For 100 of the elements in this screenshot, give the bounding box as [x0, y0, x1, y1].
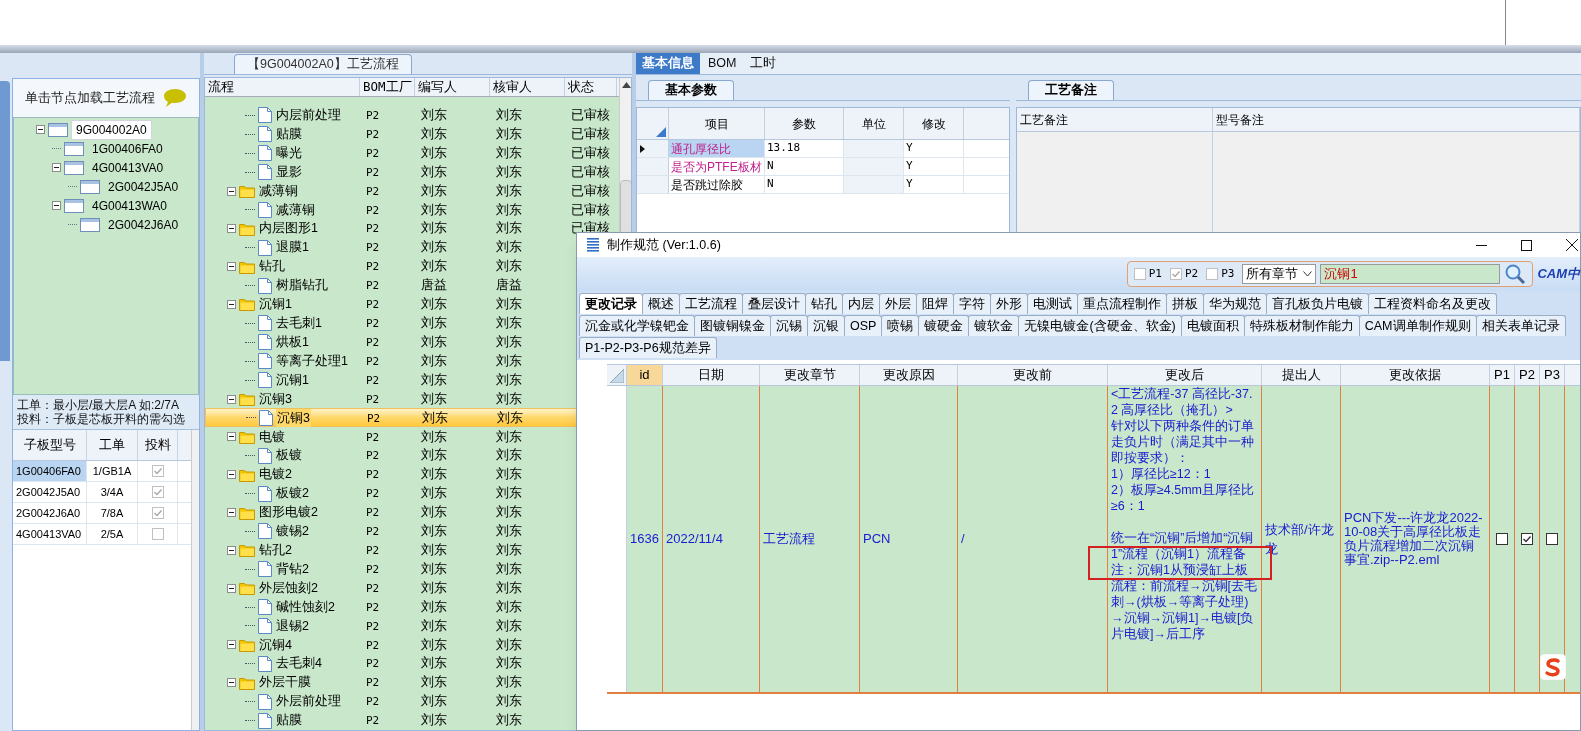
- column-header[interactable]: P3: [1540, 365, 1565, 385]
- tab[interactable]: 特殊板材制作能力: [1243, 315, 1360, 336]
- close-icon[interactable]: [1566, 239, 1578, 251]
- tab[interactable]: 基本信息: [636, 53, 700, 74]
- ime-icon[interactable]: [1540, 654, 1566, 680]
- collapse-icon[interactable]: [227, 545, 236, 555]
- tab[interactable]: 无镍电镀金(含硬金、软金): [1018, 315, 1182, 336]
- flow-step[interactable]: 碱性蚀刻2: [275, 597, 336, 617]
- column-header[interactable]: P1: [1490, 365, 1515, 385]
- column-header[interactable]: 更改章节: [760, 365, 860, 385]
- column-header[interactable]: 日期: [663, 365, 760, 385]
- column-header[interactable]: 项目: [669, 108, 765, 139]
- collapse-icon[interactable]: [227, 394, 236, 404]
- flow-step[interactable]: 沉铜1: [275, 370, 310, 390]
- collapse-icon[interactable]: [227, 583, 236, 593]
- tab[interactable]: 电镀面积: [1180, 315, 1245, 336]
- column-header[interactable]: 状态: [565, 78, 617, 96]
- column-header[interactable]: 单位: [844, 108, 904, 139]
- checkbox[interactable]: [151, 528, 164, 540]
- tab[interactable]: 外形: [990, 293, 1028, 314]
- column-header[interactable]: 参数: [765, 108, 844, 139]
- flow-step[interactable]: 钻孔2: [258, 540, 293, 560]
- tab[interactable]: 喷锡: [881, 315, 920, 336]
- checkbox[interactable]: [1496, 533, 1508, 545]
- flow-step[interactable]: 减薄铜: [258, 181, 299, 201]
- column-header[interactable]: 子板型号: [13, 430, 87, 460]
- tab[interactable]: 工艺流程: [679, 293, 743, 314]
- flow-step[interactable]: 烘板1: [275, 332, 310, 352]
- tab[interactable]: 概述: [642, 293, 680, 314]
- tab[interactable]: 阻焊: [916, 293, 954, 314]
- flow-step[interactable]: 去毛刺4: [275, 654, 323, 674]
- tab[interactable]: 工程资料命名及更改: [1368, 293, 1497, 314]
- tab[interactable]: 拼板: [1166, 293, 1204, 314]
- flow-step[interactable]: 钻孔: [258, 257, 286, 277]
- tab[interactable]: 叠层设计: [742, 293, 806, 314]
- column-header[interactable]: 更改依据: [1341, 365, 1490, 385]
- flow-step[interactable]: 图形电镀2: [258, 503, 319, 522]
- column-header[interactable]: 工单: [87, 430, 138, 460]
- flow-step[interactable]: 树脂钻孔: [275, 276, 329, 295]
- checkbox[interactable]: [1169, 268, 1182, 280]
- checkbox[interactable]: [151, 465, 164, 477]
- flow-step[interactable]: 显影: [275, 162, 303, 182]
- column-header[interactable]: 投料: [138, 430, 178, 460]
- tab[interactable]: 内层: [842, 293, 880, 314]
- tab[interactable]: 更改记录: [579, 293, 643, 314]
- tab[interactable]: P1-P2-P3-P6规范差异: [579, 337, 717, 358]
- column-header[interactable]: 型号备注: [1213, 108, 1579, 132]
- collapse-icon[interactable]: [227, 299, 236, 309]
- flow-step[interactable]: 板镀2: [275, 484, 310, 503]
- flow-step[interactable]: 沉铜4: [258, 635, 293, 655]
- flow-step[interactable]: 退锡2: [275, 616, 310, 636]
- column-header[interactable]: 修改: [904, 108, 964, 139]
- column-header[interactable]: 更改原因: [860, 365, 958, 385]
- checkbox[interactable]: [1521, 533, 1533, 545]
- collapse-icon[interactable]: [227, 640, 236, 650]
- flow-step[interactable]: 外层蚀刻2: [258, 578, 319, 598]
- collapse-icon[interactable]: [227, 224, 236, 234]
- tab[interactable]: 沉银: [807, 315, 845, 336]
- tab[interactable]: 工时: [744, 53, 783, 74]
- flow-step[interactable]: 板镀: [275, 446, 303, 466]
- column-header[interactable]: 工艺备注: [1017, 108, 1212, 132]
- tree-node[interactable]: 4G00413VA0: [87, 157, 169, 178]
- column-header[interactable]: id: [627, 365, 663, 385]
- collapse-icon[interactable]: [227, 186, 236, 196]
- column-header[interactable]: BOM工厂: [360, 78, 415, 96]
- tab[interactable]: 盲孔板负片电镀: [1266, 293, 1369, 314]
- checkbox[interactable]: [151, 486, 164, 498]
- collapse-icon[interactable]: [227, 678, 236, 688]
- flow-step[interactable]: 贴膜: [275, 124, 303, 144]
- column-header[interactable]: 更改后: [1108, 365, 1262, 385]
- column-header[interactable]: 编写人: [415, 78, 490, 96]
- tab[interactable]: 镀软金: [968, 315, 1020, 336]
- flow-step[interactable]: 沉铜1: [258, 295, 293, 314]
- tab[interactable]: 外层: [879, 293, 917, 314]
- column-header[interactable]: 更改前: [958, 365, 1108, 385]
- flow-step[interactable]: 沉铜3: [276, 408, 311, 428]
- panel-tab[interactable]: 【9G004002A0】工艺流程: [234, 54, 412, 74]
- checkbox[interactable]: [1546, 533, 1558, 545]
- checkbox[interactable]: [151, 507, 164, 519]
- tab[interactable]: 沉锡: [770, 315, 808, 336]
- corner-icon[interactable]: [656, 127, 666, 137]
- collapse-icon[interactable]: [227, 508, 236, 518]
- scroll-up-icon[interactable]: [621, 82, 631, 88]
- flow-step[interactable]: 去毛刺1: [275, 314, 323, 333]
- flow-step[interactable]: 退膜1: [275, 238, 310, 258]
- flow-step[interactable]: 曝光: [275, 143, 303, 163]
- flow-step[interactable]: 镀锡2: [275, 522, 310, 541]
- flow-step[interactable]: 外层干膜: [258, 673, 312, 693]
- tab[interactable]: 沉金或化学镍钯金: [579, 315, 695, 336]
- flow-step[interactable]: 电镀: [258, 427, 286, 447]
- flow-step[interactable]: 减薄铜: [275, 200, 316, 220]
- tab[interactable]: CAM调单制作规则: [1358, 315, 1477, 336]
- flow-step[interactable]: 内层图形1: [258, 219, 319, 239]
- collapse-icon[interactable]: [36, 125, 45, 134]
- checkbox[interactable]: [1133, 268, 1146, 280]
- flow-step[interactable]: 电镀2: [258, 465, 293, 485]
- tree-node[interactable]: 2G0042J6A0: [103, 214, 184, 235]
- tree-node[interactable]: 1G00406FA0: [87, 138, 168, 159]
- flow-step[interactable]: 背钻2: [275, 559, 310, 579]
- column-header[interactable]: P2: [1515, 365, 1540, 385]
